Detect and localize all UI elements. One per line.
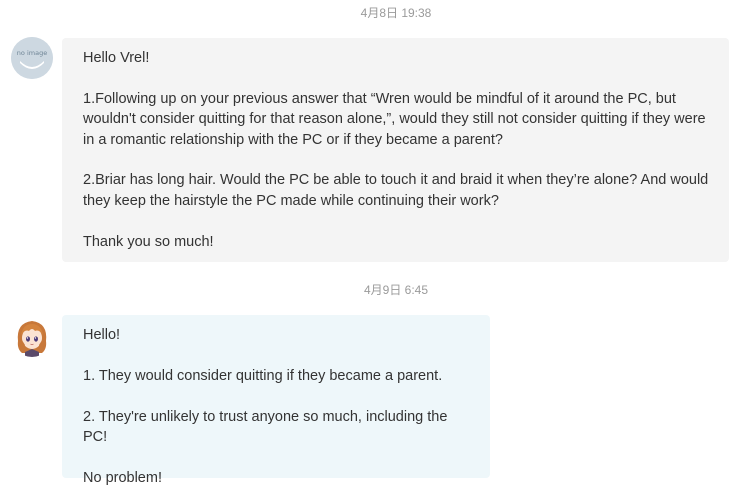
anime-girl-avatar-icon[interactable] bbox=[11, 315, 53, 357]
message-paragraph: 1. They would consider quitting if they … bbox=[83, 367, 443, 384]
message-paragraph: 1.Following up on your previous answer t… bbox=[83, 90, 710, 148]
message-timestamp: 4月8日 19:38 bbox=[360, 6, 432, 20]
no-image-placeholder-icon: no image bbox=[11, 37, 53, 79]
message-bubble-reply: Hello! 1. They would consider quitting i… bbox=[62, 315, 490, 486]
character-portrait-icon bbox=[17, 321, 47, 357]
default-image-avatar-icon[interactable]: no image bbox=[11, 37, 53, 79]
message-bubble-incoming: Hello Vrel! 1.Following up on your previ… bbox=[62, 38, 729, 262]
message-paragraph: No problem! bbox=[83, 469, 162, 486]
message-paragraph: 2. They're unlikely to trust anyone so m… bbox=[83, 408, 452, 445]
avatar-placeholder-text: no image bbox=[17, 49, 47, 57]
message-paragraph: Thank you so much! bbox=[83, 233, 214, 250]
message-paragraph: 2.Briar has long hair. Would the PC be a… bbox=[83, 172, 713, 209]
message-timestamp: 4月9日 6:45 bbox=[363, 283, 429, 297]
message-paragraph: Hello! bbox=[83, 327, 121, 343]
message-paragraph: Hello Vrel! bbox=[83, 50, 150, 66]
